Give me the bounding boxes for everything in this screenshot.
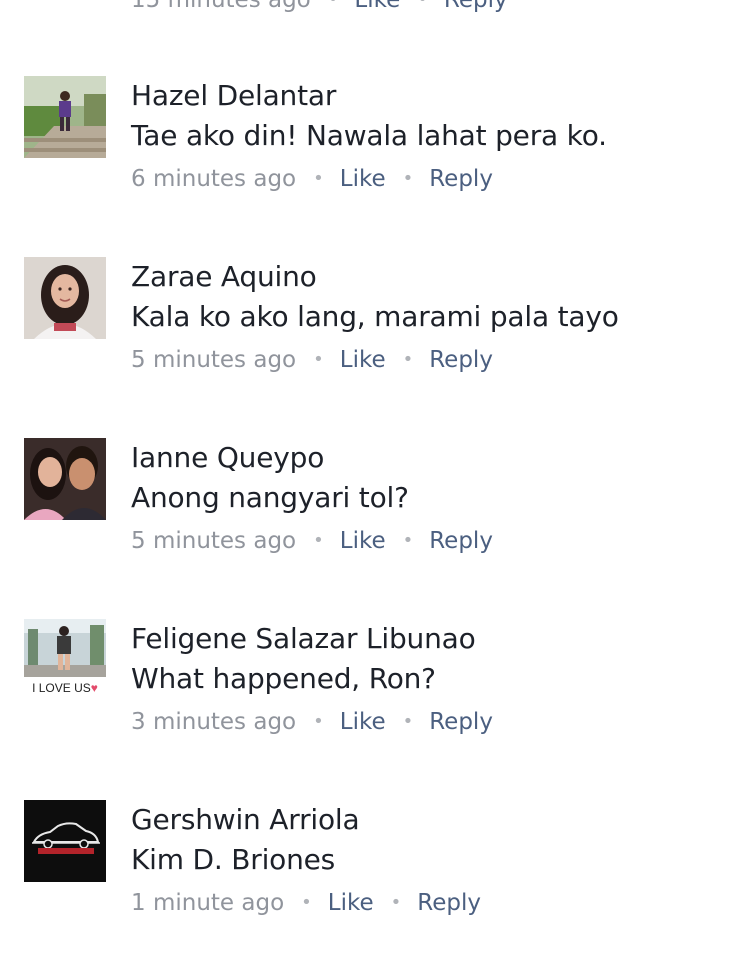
like-button[interactable]: Like xyxy=(340,709,386,735)
comment-item: Gershwin Arriola Kim D. Briones 1 minute… xyxy=(0,800,731,950)
comment-meta: 5 minutes ago • Like • Reply xyxy=(131,344,721,376)
separator-dot: • xyxy=(417,0,428,16)
like-button[interactable]: Like xyxy=(340,528,386,554)
comment-text: Anong nangyari tol? xyxy=(131,481,409,514)
comment-meta: 5 minutes ago • Like • Reply xyxy=(131,525,721,557)
reply-button[interactable]: Reply xyxy=(444,0,508,13)
comment-meta: 3 minutes ago • Like • Reply xyxy=(131,706,721,738)
comment-meta: 6 minutes ago • Like • Reply xyxy=(131,163,721,195)
comment-text: Kala ko ako lang, marami pala tayo xyxy=(131,300,619,333)
comment-time: 5 minutes ago xyxy=(131,347,297,373)
avatar[interactable] xyxy=(24,257,106,339)
comment-author[interactable]: Hazel Delantar xyxy=(131,76,721,116)
comment-text: Kim D. Briones xyxy=(131,843,336,876)
separator-dot: • xyxy=(402,349,414,370)
avatar-caption: I LOVE US xyxy=(32,681,91,695)
separator-dot: • xyxy=(390,892,402,913)
separator-dot: • xyxy=(402,168,414,189)
avatar-photo xyxy=(24,257,106,339)
reply-button[interactable]: Reply xyxy=(429,528,493,554)
avatar-photo xyxy=(24,438,106,520)
comment-item: Ianne Queypo Anong nangyari tol? 5 minut… xyxy=(0,438,731,588)
comment-author[interactable]: Zarae Aquino xyxy=(131,257,721,297)
separator-dot: • xyxy=(328,0,339,16)
comment-time: 15 minutes ago xyxy=(131,0,311,13)
avatar-photo xyxy=(24,76,106,158)
previous-comment-meta: 15 minutes ago • Like • Reply xyxy=(131,0,508,16)
separator-dot: • xyxy=(402,711,414,732)
avatar[interactable] xyxy=(24,438,106,520)
comment-author[interactable]: Feligene Salazar Libunao xyxy=(131,619,721,659)
reply-button[interactable]: Reply xyxy=(429,347,493,373)
comment-time: 5 minutes ago xyxy=(131,528,297,554)
avatar[interactable]: I LOVE US♥ xyxy=(24,619,106,701)
avatar[interactable] xyxy=(24,76,106,158)
comment-meta: 1 minute ago • Like • Reply xyxy=(131,887,721,919)
comment-body: Ianne Queypo Anong nangyari tol? 5 minut… xyxy=(131,438,721,557)
like-button[interactable]: Like xyxy=(340,166,386,192)
comment-item: Zarae Aquino Kala ko ako lang, marami pa… xyxy=(0,257,731,407)
reply-button[interactable]: Reply xyxy=(429,709,493,735)
separator-dot: • xyxy=(313,349,324,370)
reply-button[interactable]: Reply xyxy=(429,166,493,192)
comment-body: Zarae Aquino Kala ko ako lang, marami pa… xyxy=(131,257,721,376)
comment-feed: 15 minutes ago • Like • Reply Hazel Delantar… xyxy=(0,0,731,960)
comment-time: 6 minutes ago xyxy=(131,166,297,192)
separator-dot: • xyxy=(301,892,312,913)
heart-icon: ♥ xyxy=(90,681,98,695)
comment-text: Tae ako din! Nawala lahat pera ko. xyxy=(131,119,607,152)
reply-button[interactable]: Reply xyxy=(417,890,481,916)
comment-body: Feligene Salazar Libunao What happened, … xyxy=(131,619,721,738)
like-button[interactable]: Like xyxy=(328,890,374,916)
separator-dot: • xyxy=(313,530,324,551)
comment-text: What happened, Ron? xyxy=(131,662,436,695)
car-logo-avatar xyxy=(24,800,106,882)
comment-time: 3 minutes ago xyxy=(131,709,297,735)
comment-time: 1 minute ago xyxy=(131,890,285,916)
like-button[interactable]: Like xyxy=(340,347,386,373)
comment-author[interactable]: Ianne Queypo xyxy=(131,438,721,478)
comment-body: Hazel Delantar Tae ako din! Nawala lahat… xyxy=(131,76,721,195)
avatar[interactable] xyxy=(24,800,106,882)
comment-body: Gershwin Arriola Kim D. Briones 1 minute… xyxy=(131,800,721,919)
separator-dot: • xyxy=(402,530,414,551)
comment-item: Hazel Delantar Tae ako din! Nawala lahat… xyxy=(0,76,731,226)
separator-dot: • xyxy=(313,711,324,732)
comment-item: I LOVE US♥ Feligene Salazar Libunao What… xyxy=(0,619,731,769)
comment-author[interactable]: Gershwin Arriola xyxy=(131,800,721,840)
separator-dot: • xyxy=(313,168,324,189)
like-button[interactable]: Like xyxy=(354,0,400,13)
